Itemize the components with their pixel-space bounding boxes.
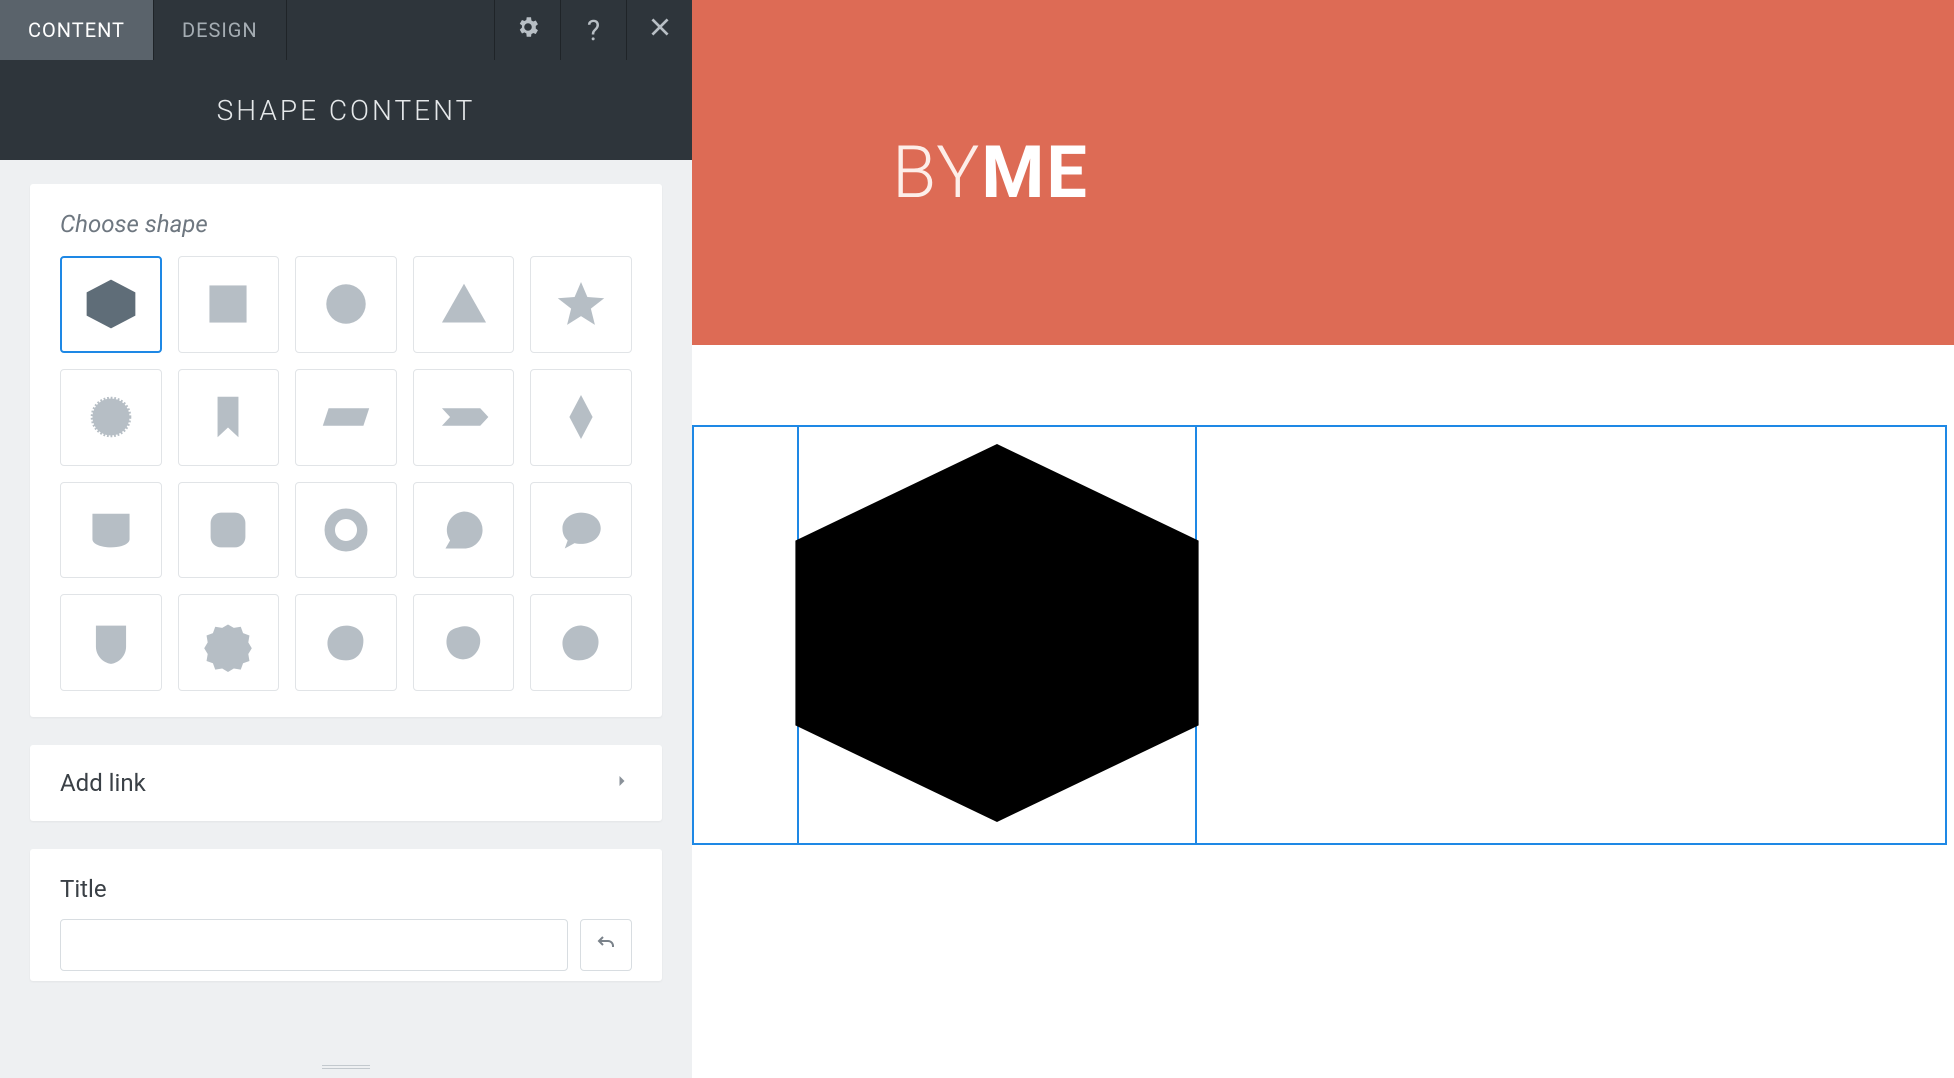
tab-design[interactable]: DESIGN [154, 0, 287, 60]
shape-blob2[interactable] [413, 594, 515, 691]
site-header: BYME [692, 0, 1954, 345]
shape-ring[interactable] [295, 482, 397, 579]
add-link-row[interactable]: Add link [30, 745, 662, 821]
shape-star[interactable] [530, 256, 632, 353]
shape-diamond[interactable] [530, 369, 632, 466]
shape-square[interactable] [178, 256, 280, 353]
close-button[interactable] [626, 0, 692, 60]
shape-triangle[interactable] [413, 256, 515, 353]
shape-burst[interactable] [60, 369, 162, 466]
panel-body[interactable]: Choose shape [0, 160, 692, 1056]
selected-shape-frame[interactable] [797, 425, 1197, 845]
choose-shape-heading: Choose shape [60, 210, 632, 238]
shape-shield[interactable] [60, 594, 162, 691]
panel-drag-handle[interactable] [0, 1056, 692, 1078]
shape-circle[interactable] [295, 256, 397, 353]
shape-rounded-square[interactable] [178, 482, 280, 579]
undo-icon [594, 931, 618, 959]
shape-blob3[interactable] [530, 594, 632, 691]
canvas[interactable]: BYME [692, 0, 1954, 1078]
shape-speech-drop[interactable] [413, 482, 515, 579]
title-reset-button[interactable] [580, 919, 632, 971]
gear-icon [515, 14, 541, 47]
brand-bold: ME [981, 130, 1089, 215]
help-button[interactable]: ? [560, 0, 626, 60]
brand-logo: BYME [892, 130, 1089, 215]
shape-parallelogram[interactable] [295, 369, 397, 466]
brand-light: BY [892, 130, 981, 215]
panel-title: SHAPE CONTENT [0, 60, 692, 160]
shape-arrow-banner[interactable] [413, 369, 515, 466]
shape-bookmark[interactable] [178, 369, 280, 466]
settings-button[interactable] [494, 0, 560, 60]
title-input[interactable] [60, 919, 568, 971]
tabs-row: CONTENT DESIGN ? [0, 0, 692, 60]
canvas-hexagon-shape[interactable] [787, 423, 1207, 847]
shape-tab-down[interactable] [60, 482, 162, 579]
help-icon: ? [587, 14, 600, 47]
chevron-right-icon [612, 769, 632, 797]
shape-speech-bubble[interactable] [530, 482, 632, 579]
shape-badge[interactable] [178, 594, 280, 691]
choose-shape-card: Choose shape [30, 184, 662, 717]
title-label: Title [60, 875, 632, 903]
shapes-grid [60, 256, 632, 691]
title-card: Title [30, 849, 662, 981]
shape-hexagon[interactable] [60, 256, 162, 353]
shape-blob1[interactable] [295, 594, 397, 691]
close-icon [647, 14, 673, 47]
sidebar-panel: CONTENT DESIGN ? SHAPE CONTENT Choose sh… [0, 0, 692, 1078]
add-link-label: Add link [60, 769, 146, 797]
tab-content[interactable]: CONTENT [0, 0, 154, 60]
